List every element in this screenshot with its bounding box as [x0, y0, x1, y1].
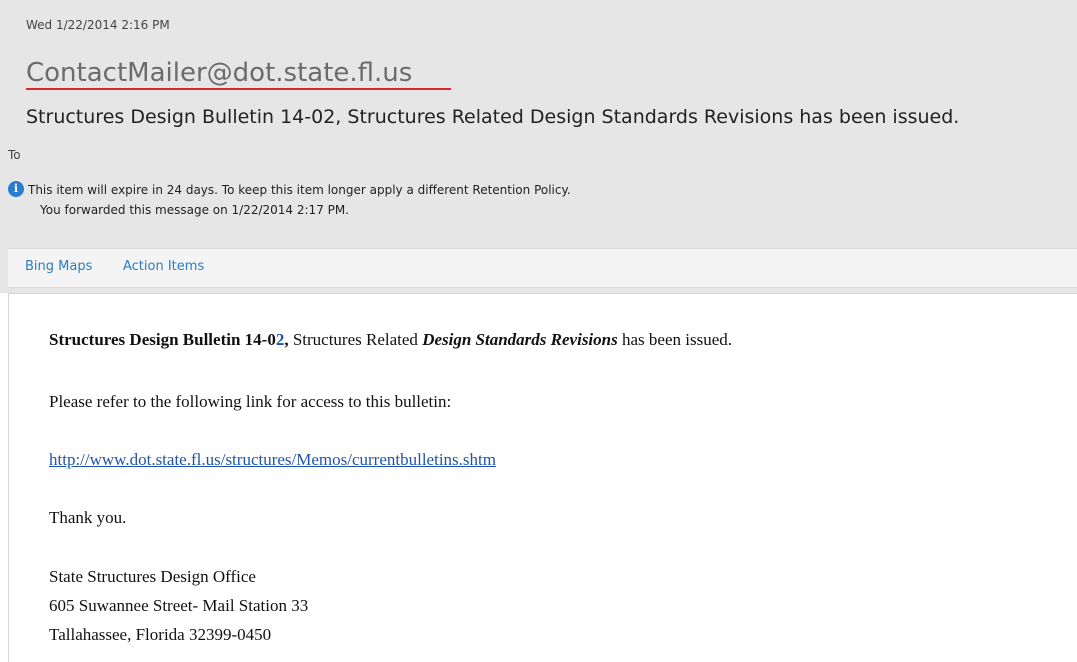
message-body: Structures Design Bulletin 14-02, Struct… [8, 293, 1077, 662]
retention-policy-notice: This item will expire in 24 days. To kee… [28, 183, 571, 197]
sender-address[interactable]: ContactMailer@dot.state.fl.us [26, 56, 412, 90]
emphasized-text: Design Standards Revisions [422, 330, 618, 349]
spellcheck-underline [26, 88, 451, 90]
forwarded-notice: You forwarded this message on 1/22/2014 … [40, 203, 350, 217]
body-text: Structures Related [288, 330, 423, 349]
info-icon: i [8, 181, 24, 197]
body-paragraph-2: Please refer to the following link for a… [49, 392, 452, 411]
message-subject: Structures Design Bulletin 14-02, Struct… [26, 106, 960, 128]
bulletin-link-line: http://www.dot.state.fl.us/structures/Me… [49, 450, 496, 470]
message-date: Wed 1/22/2014 2:16 PM [26, 18, 170, 32]
addin-tab-bar: Bing Maps Action Items [8, 248, 1077, 288]
bulletin-title: Structures Design Bulletin 14-02, [49, 330, 289, 349]
to-label: To [8, 148, 21, 162]
bulletin-link[interactable]: http://www.dot.state.fl.us/structures/Me… [49, 450, 496, 469]
signature-line-3: Tallahassee, Florida 32399-0450 [49, 625, 272, 644]
thanks-line: Thank you. [49, 508, 127, 527]
signature-line-2: 605 Suwannee Street- Mail Station 33 [49, 596, 309, 615]
tab-bing-maps[interactable]: Bing Maps [25, 259, 92, 274]
body-text: has been issued. [617, 330, 732, 349]
body-paragraph-1: Structures Design Bulletin 14-02, Struct… [49, 330, 732, 350]
tab-action-items[interactable]: Action Items [123, 259, 204, 274]
signature-line-1: State Structures Design Office [49, 567, 256, 586]
